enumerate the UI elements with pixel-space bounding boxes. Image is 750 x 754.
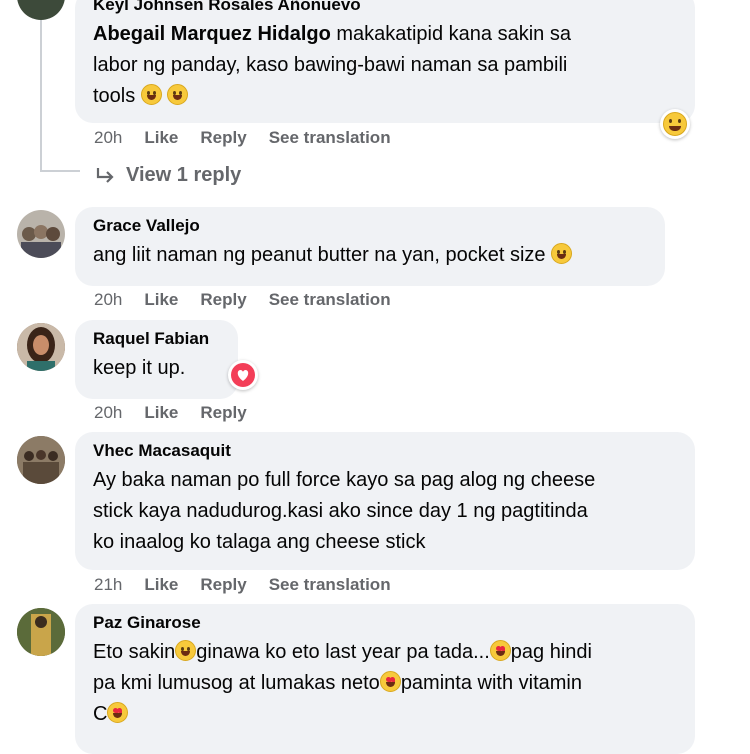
reply-button[interactable]: Reply — [200, 403, 246, 423]
comment-text: Eto sakin ginawa ko eto last year pa tada… — [93, 640, 592, 725]
see-translation-button[interactable]: See translation — [269, 128, 391, 148]
comment-bubble: Vhec Macasaquit Ay baka naman po full fo… — [75, 432, 695, 570]
love-reaction-icon — [231, 363, 255, 387]
comment-text: keep it up. — [93, 357, 186, 379]
avatar[interactable] — [17, 0, 65, 20]
timestamp[interactable]: 20h — [94, 290, 122, 310]
comment-author[interactable]: Keyl Johnsen Rosales Añonuevo — [93, 0, 679, 16]
comment-author[interactable]: Paz Ginarose — [93, 612, 679, 634]
comment-actions: 20h Like Reply — [94, 403, 269, 423]
thread-line — [40, 20, 42, 172]
profile-photo-icon — [17, 323, 65, 371]
see-translation-button[interactable]: See translation — [269, 575, 391, 595]
like-button[interactable]: Like — [144, 403, 178, 423]
view-replies-button[interactable]: View 1 reply — [94, 164, 241, 187]
reaction-badge[interactable] — [228, 360, 258, 390]
comment-bubble: Raquel Fabian keep it up. — [75, 320, 238, 399]
profile-photo-icon — [17, 608, 65, 656]
heart-eyes-emoji-icon — [107, 702, 129, 723]
smiling-emoji-icon — [551, 243, 573, 264]
grinning-emoji-icon — [167, 84, 189, 105]
see-translation-button[interactable]: See translation — [269, 290, 391, 310]
smiling-hearts-emoji-icon — [489, 640, 511, 661]
reply-button[interactable]: Reply — [200, 575, 246, 595]
avatar[interactable] — [17, 210, 65, 258]
avatar[interactable] — [17, 323, 65, 371]
like-button[interactable]: Like — [144, 575, 178, 595]
comment-bubble: Paz Ginarose Eto sakin ginawa ko eto last… — [75, 604, 695, 754]
rolling-laughing-emoji-icon — [140, 84, 162, 105]
timestamp[interactable]: 21h — [94, 575, 122, 595]
reply-button[interactable]: Reply — [200, 290, 246, 310]
comment-author[interactable]: Grace Vallejo — [93, 215, 649, 237]
reply-button[interactable]: Reply — [200, 128, 246, 148]
avatar[interactable] — [17, 608, 65, 656]
comment-text: Abegail Marquez Hidalgo makakatipid kana… — [93, 23, 571, 107]
laugh-reaction-icon — [663, 112, 687, 136]
heart-eyes-emoji-icon — [379, 671, 401, 692]
reaction-badge[interactable] — [660, 109, 690, 139]
avatar[interactable] — [17, 436, 65, 484]
mention-name[interactable]: Abegail Marquez Hidalgo — [93, 23, 331, 45]
comment-text: Ay baka naman po full force kayo sa pag … — [93, 469, 596, 553]
comment-author[interactable]: Vhec Macasaquit — [93, 440, 679, 462]
thread-line — [40, 170, 80, 174]
comment-author[interactable]: Raquel Fabian — [93, 328, 222, 350]
timestamp[interactable]: 20h — [94, 403, 122, 423]
comment-actions: 21h Like Reply See translation — [94, 575, 413, 595]
like-button[interactable]: Like — [144, 290, 178, 310]
timestamp[interactable]: 20h — [94, 128, 122, 148]
smiling-emoji-icon — [175, 640, 197, 661]
like-button[interactable]: Like — [144, 128, 178, 148]
comment-text: ang liit naman ng peanut butter na yan, … — [93, 240, 649, 271]
reply-arrow-icon — [96, 167, 114, 183]
comment-actions: 20h Like Reply See translation — [94, 128, 413, 148]
comment-actions: 20h Like Reply See translation — [94, 290, 413, 310]
comment-bubble: Keyl Johnsen Rosales Añonuevo Abegail Ma… — [75, 0, 695, 123]
group-photo-icon — [21, 225, 61, 258]
group-photo-icon — [17, 436, 65, 484]
view-replies-label: View 1 reply — [126, 164, 242, 186]
comment-bubble: Grace Vallejo ang liit naman ng peanut b… — [75, 207, 665, 286]
